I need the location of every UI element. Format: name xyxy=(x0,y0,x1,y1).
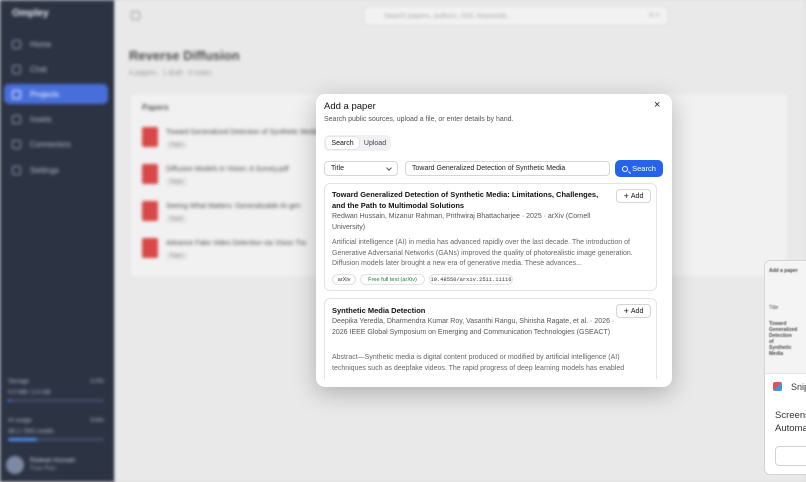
plus-icon: + xyxy=(623,306,629,316)
search-input-value: Toward Generalized Detection of Syntheti… xyxy=(412,165,566,172)
search-button[interactable]: Search xyxy=(615,160,663,177)
result-abstract: Abstract—Synthetic media is digital cont… xyxy=(332,354,625,372)
add-button-label: Add xyxy=(630,307,644,315)
search-icon xyxy=(622,165,629,172)
field-select[interactable]: Title xyxy=(324,161,398,176)
dialog-title: Add a paper xyxy=(324,101,376,112)
add-button-label: Add xyxy=(630,192,644,200)
add-button[interactable]: + Add xyxy=(616,189,651,203)
source-chip: arXiv xyxy=(332,274,356,285)
add-paper-dialog: Add a paper Search public sources, uploa… xyxy=(316,94,672,387)
close-icon[interactable]: × xyxy=(654,99,660,111)
search-button-label: Search xyxy=(632,164,656,173)
results-list[interactable]: Toward Generalized Detection of Syntheti… xyxy=(324,183,664,379)
result-card: Toward Generalized Detection of Syntheti… xyxy=(324,183,657,291)
result-abstract: Artificial intelligence (AI) in media ha… xyxy=(332,239,633,267)
result-authors: Deepika Yeredla, Dharmendra Kumar Roy, V… xyxy=(332,318,615,336)
result-authors: Redwan Hussain, Mizanur Rahman, Prithwir… xyxy=(332,213,591,231)
tab-search[interactable]: Search xyxy=(326,137,359,149)
result-card: Synthetic Media Detection Deepika Yeredl… xyxy=(324,298,657,379)
source-tabs: Search Upload xyxy=(324,135,391,151)
doi-chip[interactable]: 10.48550/arxiv.2511.11116 xyxy=(429,274,513,285)
field-select-value: Title xyxy=(331,165,344,172)
result-title: Toward Generalized Detection of Syntheti… xyxy=(332,190,599,210)
chevron-down-icon xyxy=(386,165,392,171)
plus-icon: + xyxy=(623,191,629,201)
result-title: Synthetic Media Detection xyxy=(332,306,426,315)
dialog-subtitle: Search public sources, upload a file, or… xyxy=(324,116,514,123)
full-text-chip[interactable]: Free full text (arXiv) xyxy=(360,274,425,285)
tab-upload[interactable]: Upload xyxy=(360,137,390,149)
add-button[interactable]: + Add xyxy=(616,304,651,318)
search-input[interactable]: Toward Generalized Detection of Syntheti… xyxy=(405,161,610,176)
